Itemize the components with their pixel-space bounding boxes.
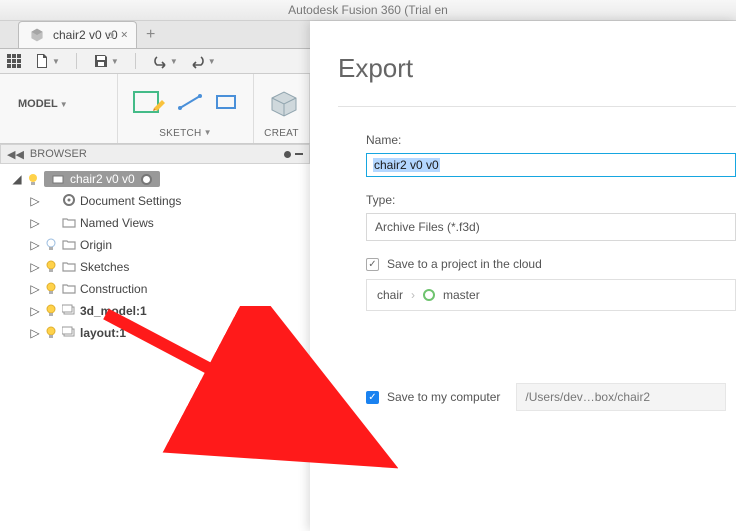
tree-item[interactable]: ▷ 3d_model:1: [30, 300, 310, 322]
bulb-icon: [44, 281, 58, 295]
tree-item-label: layout:1: [80, 326, 126, 340]
type-label: Type:: [366, 193, 736, 207]
save-cloud-row[interactable]: ✓ Save to a project in the cloud: [366, 257, 736, 271]
component-icon: [62, 303, 76, 320]
bulb-icon: [26, 172, 40, 186]
expand-toggle-icon[interactable]: ▷: [30, 304, 40, 318]
window-titlebar: Autodesk Fusion 360 (Trial en: [0, 0, 736, 21]
ribbon-group-workspace: MODEL▼: [0, 74, 118, 143]
tree-item[interactable]: ▷ layout:1: [30, 322, 310, 344]
type-combobox[interactable]: Archive Files (*.f3d): [366, 213, 736, 241]
sketch-line-button[interactable]: [176, 90, 204, 119]
folder-icon: [62, 237, 76, 254]
ribbon-label-sketch: SKETCH▼: [128, 128, 243, 139]
tree-item-label: Origin: [80, 238, 112, 252]
save-local-label: Save to my computer: [387, 390, 500, 404]
ribbon-label-create: CREAT: [264, 128, 299, 139]
new-tab-button[interactable]: +: [137, 21, 165, 48]
checkbox-checked-icon: ✓: [366, 391, 379, 404]
sketch-rectangle-button[interactable]: [212, 90, 240, 119]
chevron-right-icon: ›: [411, 288, 415, 302]
browser-collapse-left-icon: ◀◀: [7, 148, 24, 161]
bulb-icon: [44, 237, 58, 251]
crumb-project: chair: [377, 288, 403, 302]
expand-toggle-icon[interactable]: ◢: [12, 172, 22, 186]
cube-icon: [29, 27, 45, 43]
browser-settings-icon[interactable]: [284, 151, 291, 158]
cloud-location-crumb[interactable]: chair › master: [366, 279, 736, 311]
crumb-branch: master: [443, 288, 480, 302]
data-panel-button[interactable]: [6, 53, 22, 69]
root-label: chair2 v0 v0: [70, 172, 135, 186]
export-dialog: Export Name: chair2 v0 v0 Type: Archive …: [310, 21, 736, 531]
name-input[interactable]: chair2 v0 v0: [366, 153, 736, 177]
ribbon-group-create: CREAT: [254, 74, 310, 143]
root-pill[interactable]: chair2 v0 v0: [44, 171, 160, 187]
expand-toggle-icon[interactable]: ▷: [30, 282, 40, 296]
tree-item-label: Document Settings: [80, 194, 181, 208]
dialog-title: Export: [338, 53, 736, 84]
tree-item-label: Construction: [80, 282, 147, 296]
tree-item-label: Sketches: [80, 260, 129, 274]
workspace-selector[interactable]: MODEL▼: [10, 92, 76, 116]
folder-icon: [62, 215, 76, 232]
undo-button[interactable]: ▼: [152, 53, 178, 69]
checkbox-checked-icon: ✓: [366, 258, 379, 271]
activate-ring-icon[interactable]: [141, 174, 152, 185]
branch-ring-icon: [423, 289, 435, 301]
redo-button[interactable]: ▼: [190, 53, 216, 69]
tree-item[interactable]: ▷ Construction: [30, 278, 310, 300]
create-box-button[interactable]: [264, 84, 304, 125]
save-local-row[interactable]: ✓ Save to my computer: [366, 390, 500, 404]
local-path-field[interactable]: /Users/dev…box/chair2: [516, 383, 726, 411]
component-icon: [62, 325, 76, 342]
tree-item[interactable]: ▷ Origin: [30, 234, 310, 256]
save-button[interactable]: ▼: [93, 53, 119, 69]
save-cloud-label: Save to a project in the cloud: [387, 257, 542, 271]
component-icon: [52, 173, 64, 185]
expand-toggle-icon[interactable]: ▷: [30, 216, 40, 230]
document-tab[interactable]: chair2 v0 v0 ×: [18, 21, 137, 48]
tree-item[interactable]: ▷ Sketches: [30, 256, 310, 278]
browser-title: BROWSER: [30, 148, 87, 160]
browser-tree: ◢ chair2 v0 v0 ▷ Document Settings ▷ Named …: [0, 164, 310, 344]
name-label: Name:: [366, 133, 736, 147]
expand-toggle-icon[interactable]: ▷: [30, 326, 40, 340]
tree-item-label: Named Views: [80, 216, 154, 230]
tab-close-button[interactable]: ×: [117, 28, 132, 43]
tree-item[interactable]: ▷ Document Settings: [30, 190, 310, 212]
tree-item-label: 3d_model:1: [80, 304, 147, 318]
ribbon-group-sketch: SKETCH▼: [118, 74, 254, 143]
create-sketch-button[interactable]: [128, 84, 168, 125]
browser-header[interactable]: ◀◀ BROWSER: [0, 144, 310, 164]
browser-minimize-icon[interactable]: [295, 153, 303, 155]
folder-icon: [62, 281, 76, 298]
file-menu-button[interactable]: ▼: [34, 53, 60, 69]
expand-toggle-icon[interactable]: ▷: [30, 194, 40, 208]
expand-toggle-icon[interactable]: ▷: [30, 260, 40, 274]
bulb-icon: [44, 325, 58, 339]
browser-panel: ◀◀ BROWSER ◢ chair2 v0 v0 ▷ Document Sett…: [0, 144, 310, 344]
gear-icon: [62, 193, 76, 210]
expand-toggle-icon[interactable]: ▷: [30, 238, 40, 252]
tab-unsaved-indicator: [108, 32, 114, 38]
tree-root[interactable]: ◢ chair2 v0 v0: [12, 168, 310, 190]
bulb-icon: [44, 259, 58, 273]
tree-item[interactable]: ▷ Named Views: [30, 212, 310, 234]
bulb-icon: [44, 303, 58, 317]
folder-icon: [62, 259, 76, 276]
